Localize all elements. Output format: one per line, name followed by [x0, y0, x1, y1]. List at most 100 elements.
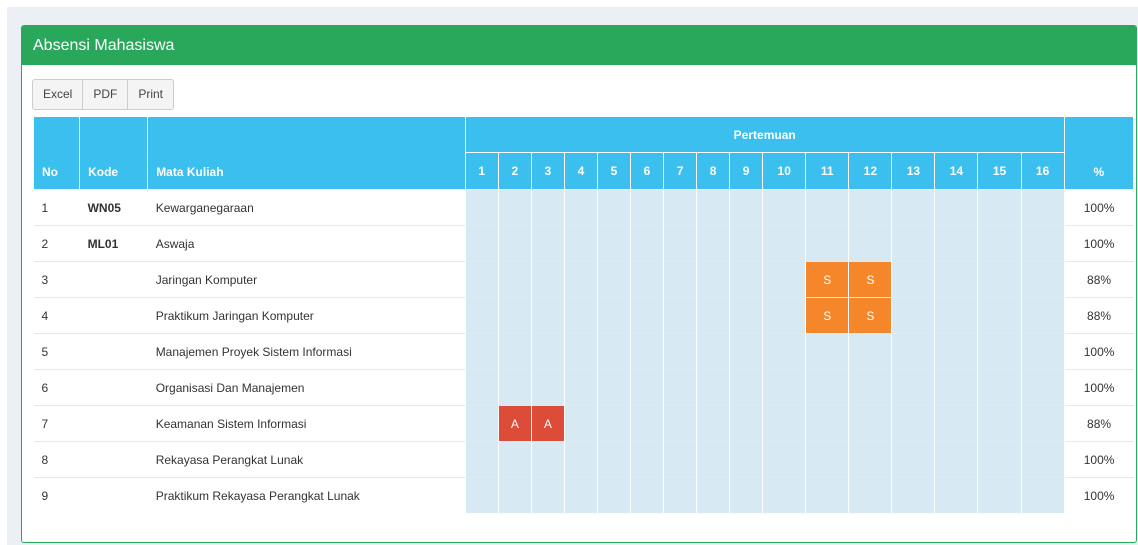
row-no: 5: [33, 333, 80, 370]
meeting-cell-13: [891, 333, 936, 370]
meeting-cell-16: [1020, 225, 1065, 262]
meeting-cell-7: [663, 441, 698, 478]
meeting-cell-11: [805, 333, 850, 370]
meeting-cell-7: [663, 369, 698, 406]
meeting-cell-5: [596, 477, 631, 513]
meeting-cell-14: [934, 369, 979, 406]
meeting-cell-6: [629, 477, 665, 513]
meeting-cell-15: [977, 225, 1022, 262]
meeting-cell-3: [530, 261, 565, 298]
row-mata-kuliah: Keamanan Sistem Informasi: [147, 405, 466, 442]
meeting-cell-9: [729, 369, 764, 406]
row-mata-kuliah: Kewarganegaraan: [147, 189, 466, 226]
col-header-kode: Kode: [79, 116, 149, 190]
meeting-cell-14: [934, 225, 979, 262]
meeting-cell-9: [729, 333, 764, 370]
meeting-cell-9: [729, 441, 764, 478]
meeting-cell-3: A: [530, 405, 565, 442]
meeting-cell-5: [596, 297, 631, 334]
meeting-cell-14: [934, 189, 979, 226]
meeting-cell-10: [762, 405, 807, 442]
meeting-cell-8: [696, 225, 731, 262]
table-row: 9 Praktikum Rekayasa Perangkat Lunak 100%: [33, 477, 1134, 513]
meeting-cell-8: [696, 261, 731, 298]
row-mata-kuliah: Aswaja: [147, 225, 466, 262]
meeting-cell-3: [530, 369, 565, 406]
row-mata-kuliah: Praktikum Jaringan Komputer: [147, 297, 466, 334]
meeting-cell-8: [696, 369, 731, 406]
attendance-panel: Absensi Mahasiswa Excel PDF Print No Kod…: [21, 25, 1137, 543]
meeting-cell-7: [663, 225, 698, 262]
meeting-cell-4: [563, 225, 598, 262]
meeting-cell-11: [805, 441, 850, 478]
row-kode: [79, 477, 148, 513]
meeting-cell-11: [805, 225, 850, 262]
meeting-header-14: 14: [934, 152, 979, 190]
meeting-cell-4: [563, 333, 598, 370]
print-button[interactable]: Print: [127, 79, 175, 110]
meeting-cell-6: [629, 441, 665, 478]
meeting-cell-12: S: [848, 261, 893, 298]
row-kode: ML01: [79, 225, 148, 262]
row-percent: 100%: [1064, 189, 1134, 226]
row-kode: [79, 297, 148, 334]
attendance-table-wrapper: No Kode Mata Kuliah Pertemuan % 12345678…: [32, 116, 1135, 513]
meeting-header-9: 9: [729, 152, 764, 190]
meeting-cell-11: [805, 477, 850, 513]
meeting-cell-5: [596, 333, 631, 370]
meeting-cell-6: [629, 405, 665, 442]
meeting-cell-5: [596, 441, 631, 478]
meeting-cell-4: [563, 261, 598, 298]
table-row: 6 Organisasi Dan Manajemen 100%: [33, 369, 1134, 406]
pdf-button[interactable]: PDF: [82, 79, 129, 110]
meeting-cell-14: [934, 405, 979, 442]
col-header-no: No: [32, 116, 81, 190]
meeting-cell-16: [1020, 477, 1065, 513]
meeting-cell-7: [663, 261, 698, 298]
row-percent: 88%: [1064, 261, 1134, 298]
meeting-header-13: 13: [891, 152, 936, 190]
meeting-cell-10: [762, 225, 807, 262]
row-kode: [79, 441, 148, 478]
meeting-cell-9: [729, 405, 764, 442]
meeting-cell-1: [464, 297, 499, 334]
meeting-cell-16: [1020, 189, 1065, 226]
meeting-cell-12: [848, 369, 893, 406]
meeting-cell-16: [1020, 333, 1065, 370]
col-header-percent: %: [1063, 116, 1135, 190]
meeting-cell-1: [464, 477, 499, 513]
meeting-cell-2: [497, 477, 532, 513]
meeting-cell-12: [848, 441, 893, 478]
meeting-cell-12: [848, 333, 893, 370]
row-no: 1: [33, 189, 80, 226]
meeting-header-10: 10: [762, 152, 807, 190]
meeting-header-6: 6: [629, 152, 665, 190]
meeting-cell-7: [663, 477, 698, 513]
meeting-cell-6: [629, 297, 665, 334]
meeting-cell-15: [977, 189, 1022, 226]
meeting-cell-9: [729, 189, 764, 226]
meeting-cell-13: [891, 261, 936, 298]
meeting-cell-11: S: [805, 261, 850, 298]
meeting-cell-16: [1020, 369, 1065, 406]
row-percent: 100%: [1064, 333, 1134, 370]
meeting-cell-1: [464, 225, 499, 262]
meeting-cell-2: A: [497, 405, 532, 442]
meeting-cell-4: [563, 369, 598, 406]
meeting-cell-2: [497, 369, 532, 406]
meeting-cell-12: [848, 189, 893, 226]
meeting-cell-4: [563, 297, 598, 334]
meeting-cell-12: [848, 405, 893, 442]
meeting-cell-16: [1020, 297, 1065, 334]
meeting-cell-12: [848, 477, 893, 513]
meeting-header-8: 8: [696, 152, 731, 190]
excel-button[interactable]: Excel: [32, 79, 84, 110]
meeting-header-15: 15: [977, 152, 1022, 190]
export-button-group: Excel PDF Print: [32, 79, 175, 110]
row-kode: [79, 369, 148, 406]
meeting-cell-1: [464, 441, 499, 478]
meeting-cell-3: [530, 225, 565, 262]
meeting-cell-8: [696, 405, 731, 442]
meeting-cell-13: [891, 189, 936, 226]
meeting-header-5: 5: [596, 152, 631, 190]
